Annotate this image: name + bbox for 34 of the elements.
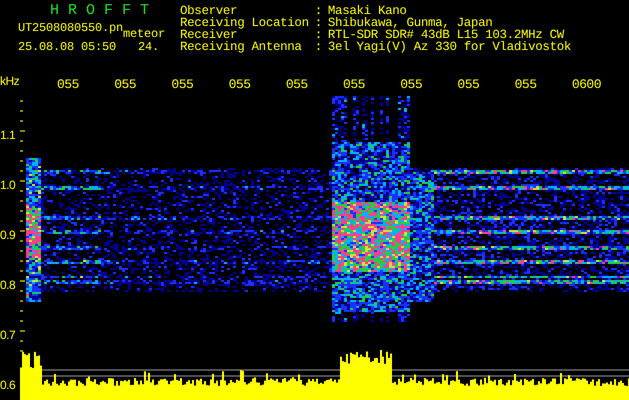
- time-label: 055: [457, 78, 480, 94]
- frequency-label: 1.0: [0, 178, 16, 192]
- field-label: Receiving Location: [180, 17, 309, 29]
- separator: :: [314, 17, 322, 29]
- separator: :: [314, 29, 322, 41]
- separator: :: [314, 41, 322, 53]
- time-label: 055: [228, 78, 251, 94]
- field-label: Receiving Antenna: [180, 41, 303, 53]
- time-label: 055: [400, 78, 422, 94]
- field-value: Shibukawa, Gunma, Japan: [328, 17, 492, 29]
- time-label: 055: [57, 78, 79, 94]
- frequency-label: 1.1: [0, 128, 16, 142]
- time-label: 0600: [572, 78, 602, 94]
- count-value: 24.: [138, 40, 160, 54]
- frequency-label: 0.6: [0, 378, 16, 392]
- field-label: Receiver: [180, 29, 238, 41]
- timestamp: 25.08.08 05:50: [18, 40, 116, 54]
- app-title: HROFFT: [49, 2, 160, 20]
- time-label: 055: [114, 78, 136, 94]
- time-label: 055: [171, 78, 194, 94]
- time-label: 055: [514, 78, 537, 94]
- time-label: 055: [343, 78, 365, 94]
- detection-type: meteor: [123, 27, 166, 41]
- field-value: Masaki Kano: [328, 5, 407, 17]
- field-label: Observer: [180, 5, 238, 17]
- field-value: RTL-SDR SDR# 43dB L15 103.2MHz CW: [328, 29, 564, 41]
- separator: :: [314, 5, 322, 17]
- file-name: UT2508080550.pn: [18, 21, 124, 35]
- frequency-label: 0.9: [0, 228, 16, 242]
- time-label: 055: [286, 78, 308, 94]
- frequency-label: 0.7: [0, 328, 16, 342]
- frequency-label: 0.8: [0, 278, 16, 292]
- axis-unit: kHz: [0, 74, 20, 88]
- field-value: 3el Yagi(V) Az 330 for Vladivostok: [328, 41, 572, 53]
